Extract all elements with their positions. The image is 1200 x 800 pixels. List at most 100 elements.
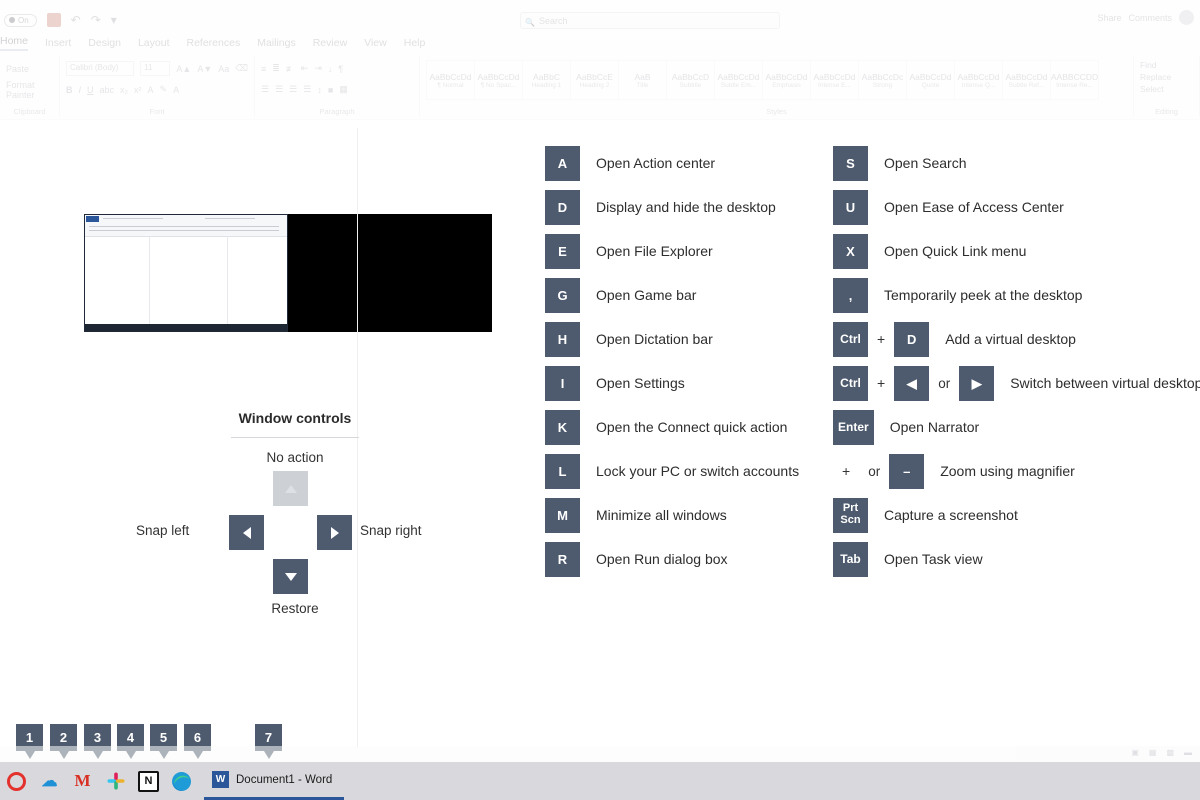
style-item[interactable]: AaBbCcDd Subtle Ref... (1002, 60, 1051, 100)
line-spacing-icon[interactable]: ↕ (317, 85, 322, 95)
style-item[interactable]: AaBbCcDd Subtle Em... (714, 60, 763, 100)
style-item[interactable]: AaBbCcD Subtitle (666, 60, 715, 100)
taskbar-item-gmail[interactable]: M (66, 762, 99, 800)
numbering-icon[interactable]: ≣ (272, 63, 280, 74)
align-center-icon[interactable]: ☰ (275, 84, 283, 95)
style-item[interactable]: AaBbCcDd Intense E... (810, 60, 859, 100)
taskbar-item-slack[interactable] (99, 762, 132, 800)
key-tile[interactable]: Prt Scn (833, 497, 868, 533)
key-tile[interactable]: , (833, 277, 868, 313)
web-layout-icon[interactable]: ▩ (1166, 748, 1174, 757)
strikethrough-icon[interactable]: abc (100, 85, 115, 95)
style-item[interactable]: AaBbCcE Heading 2 (570, 60, 619, 100)
window-preview[interactable] (84, 214, 492, 332)
key-tile[interactable]: – (889, 453, 925, 489)
shrink-font-icon[interactable]: A▼ (197, 64, 212, 74)
text-effects-icon[interactable]: A (148, 85, 154, 95)
multilevel-list-icon[interactable]: ≢ (286, 64, 295, 74)
key-tile[interactable]: D (545, 189, 580, 225)
tab-references[interactable]: References (187, 37, 241, 49)
font-color-icon[interactable]: A (173, 85, 179, 95)
tab-insert[interactable]: Insert (45, 37, 71, 49)
styles-gallery[interactable]: AaBbCcDd ¶ Normal AaBbCcDd ¶ No Spac... AaBb… (426, 58, 1127, 100)
snap-left-key[interactable] (229, 515, 264, 550)
subscript-icon[interactable]: x₂ (120, 85, 128, 95)
restore-key[interactable] (273, 559, 308, 594)
style-item[interactable]: AaBbCcDc Strong (858, 60, 907, 100)
justify-icon[interactable]: ☰ (303, 84, 311, 95)
taskbar[interactable]: ☁ M N W Document1 - Word (0, 762, 1200, 800)
tab-help[interactable]: Help (404, 37, 426, 49)
sort-icon[interactable]: ↓ (328, 64, 333, 74)
ribbon-right-controls[interactable]: Share Comments (1097, 10, 1194, 25)
align-left-icon[interactable]: ☰ (261, 84, 269, 95)
find-button[interactable]: Find (1140, 60, 1193, 70)
style-item[interactable]: AaBbCcDd ¶ No Spac... (474, 60, 523, 100)
tab-mailings[interactable]: Mailings (257, 37, 296, 49)
tab-design[interactable]: Design (88, 37, 121, 49)
word-window-thumbnail[interactable] (84, 214, 288, 332)
italic-icon[interactable]: I (79, 85, 82, 95)
superscript-icon[interactable]: x² (134, 85, 142, 95)
key-tile[interactable]: A (545, 145, 580, 181)
style-item[interactable]: AaBbCcDd Intense Q... (954, 60, 1003, 100)
key-tile[interactable]: Enter (833, 409, 874, 445)
key-tile[interactable]: Ctrl (833, 365, 868, 401)
clear-formatting-icon[interactable]: ⌫ (235, 63, 248, 74)
ribbon-tabs[interactable]: Home Insert Design Layout References Mai… (0, 34, 425, 52)
taskbar-item-edge[interactable] (165, 762, 198, 800)
taskbar-item-red-ring[interactable] (0, 762, 33, 800)
replace-button[interactable]: Replace (1140, 72, 1193, 82)
print-layout-icon[interactable]: ▦ (1149, 748, 1157, 757)
tab-layout[interactable]: Layout (138, 37, 170, 49)
key-tile[interactable]: ▶ (959, 365, 995, 401)
customize-qat-icon[interactable]: ▾ (111, 13, 117, 27)
key-tile[interactable]: Tab (833, 541, 868, 577)
bold-icon[interactable]: B (66, 85, 73, 95)
grow-font-icon[interactable]: A▲ (176, 64, 191, 74)
select-button[interactable]: Select (1140, 84, 1193, 94)
tab-view[interactable]: View (364, 37, 387, 49)
underline-icon[interactable]: U (87, 85, 94, 95)
key-tile[interactable]: E (545, 233, 580, 269)
show-hide-marks-icon[interactable]: ¶ (338, 64, 343, 74)
share-button[interactable]: Share (1097, 13, 1121, 23)
style-item[interactable]: AaBbCcDd Quote (906, 60, 955, 100)
borders-icon[interactable]: ▦ (339, 84, 348, 95)
key-tile[interactable]: S (833, 145, 868, 181)
key-tile[interactable]: K (545, 409, 580, 445)
key-tile[interactable]: X (833, 233, 868, 269)
key-tile[interactable]: I (545, 365, 580, 401)
key-tile[interactable]: D (894, 321, 930, 357)
tab-home[interactable]: Home (0, 35, 29, 51)
format-painter-button[interactable]: Format Painter (6, 80, 53, 100)
key-tile[interactable]: R (545, 541, 580, 577)
style-item[interactable]: AaBbC Heading 1 (522, 60, 571, 100)
key-tile[interactable]: U (833, 189, 868, 225)
avatar[interactable] (1179, 10, 1194, 25)
align-right-icon[interactable]: ☰ (289, 84, 297, 95)
increase-indent-icon[interactable]: ⇥ (314, 63, 322, 74)
undo-icon[interactable]: ↶ (71, 13, 81, 27)
snap-right-key[interactable] (317, 515, 352, 550)
focus-mode-icon[interactable]: ▣ (1131, 748, 1139, 757)
style-item[interactable]: AaBbCcDd Emphasis (762, 60, 811, 100)
save-icon[interactable] (46, 13, 61, 27)
bullets-icon[interactable]: ≡ (261, 64, 266, 74)
arrow-up-key[interactable] (273, 471, 308, 506)
style-item[interactable]: AaBbCcDd ¶ Normal (426, 60, 475, 100)
key-tile[interactable]: L (545, 453, 580, 489)
taskbar-item-onedrive[interactable]: ☁ (33, 762, 66, 800)
key-tile[interactable]: ◀ (894, 365, 930, 401)
key-tile[interactable]: G (545, 277, 580, 313)
taskbar-item-word[interactable]: W Document1 - Word (204, 762, 345, 800)
key-tile[interactable]: Ctrl (833, 321, 868, 357)
key-tile[interactable]: H (545, 321, 580, 357)
quick-access-toolbar[interactable]: On ↶ ↷ ▾ (0, 10, 117, 30)
highlight-color-icon[interactable]: ✎ (160, 84, 168, 95)
autosave-toggle[interactable]: On (4, 13, 37, 27)
style-item[interactable]: AABBCCDD Intense Re... (1050, 60, 1099, 100)
comments-button[interactable]: Comments (1128, 13, 1172, 23)
decrease-indent-icon[interactable]: ⇤ (301, 63, 309, 74)
key-tile[interactable]: M (545, 497, 580, 533)
